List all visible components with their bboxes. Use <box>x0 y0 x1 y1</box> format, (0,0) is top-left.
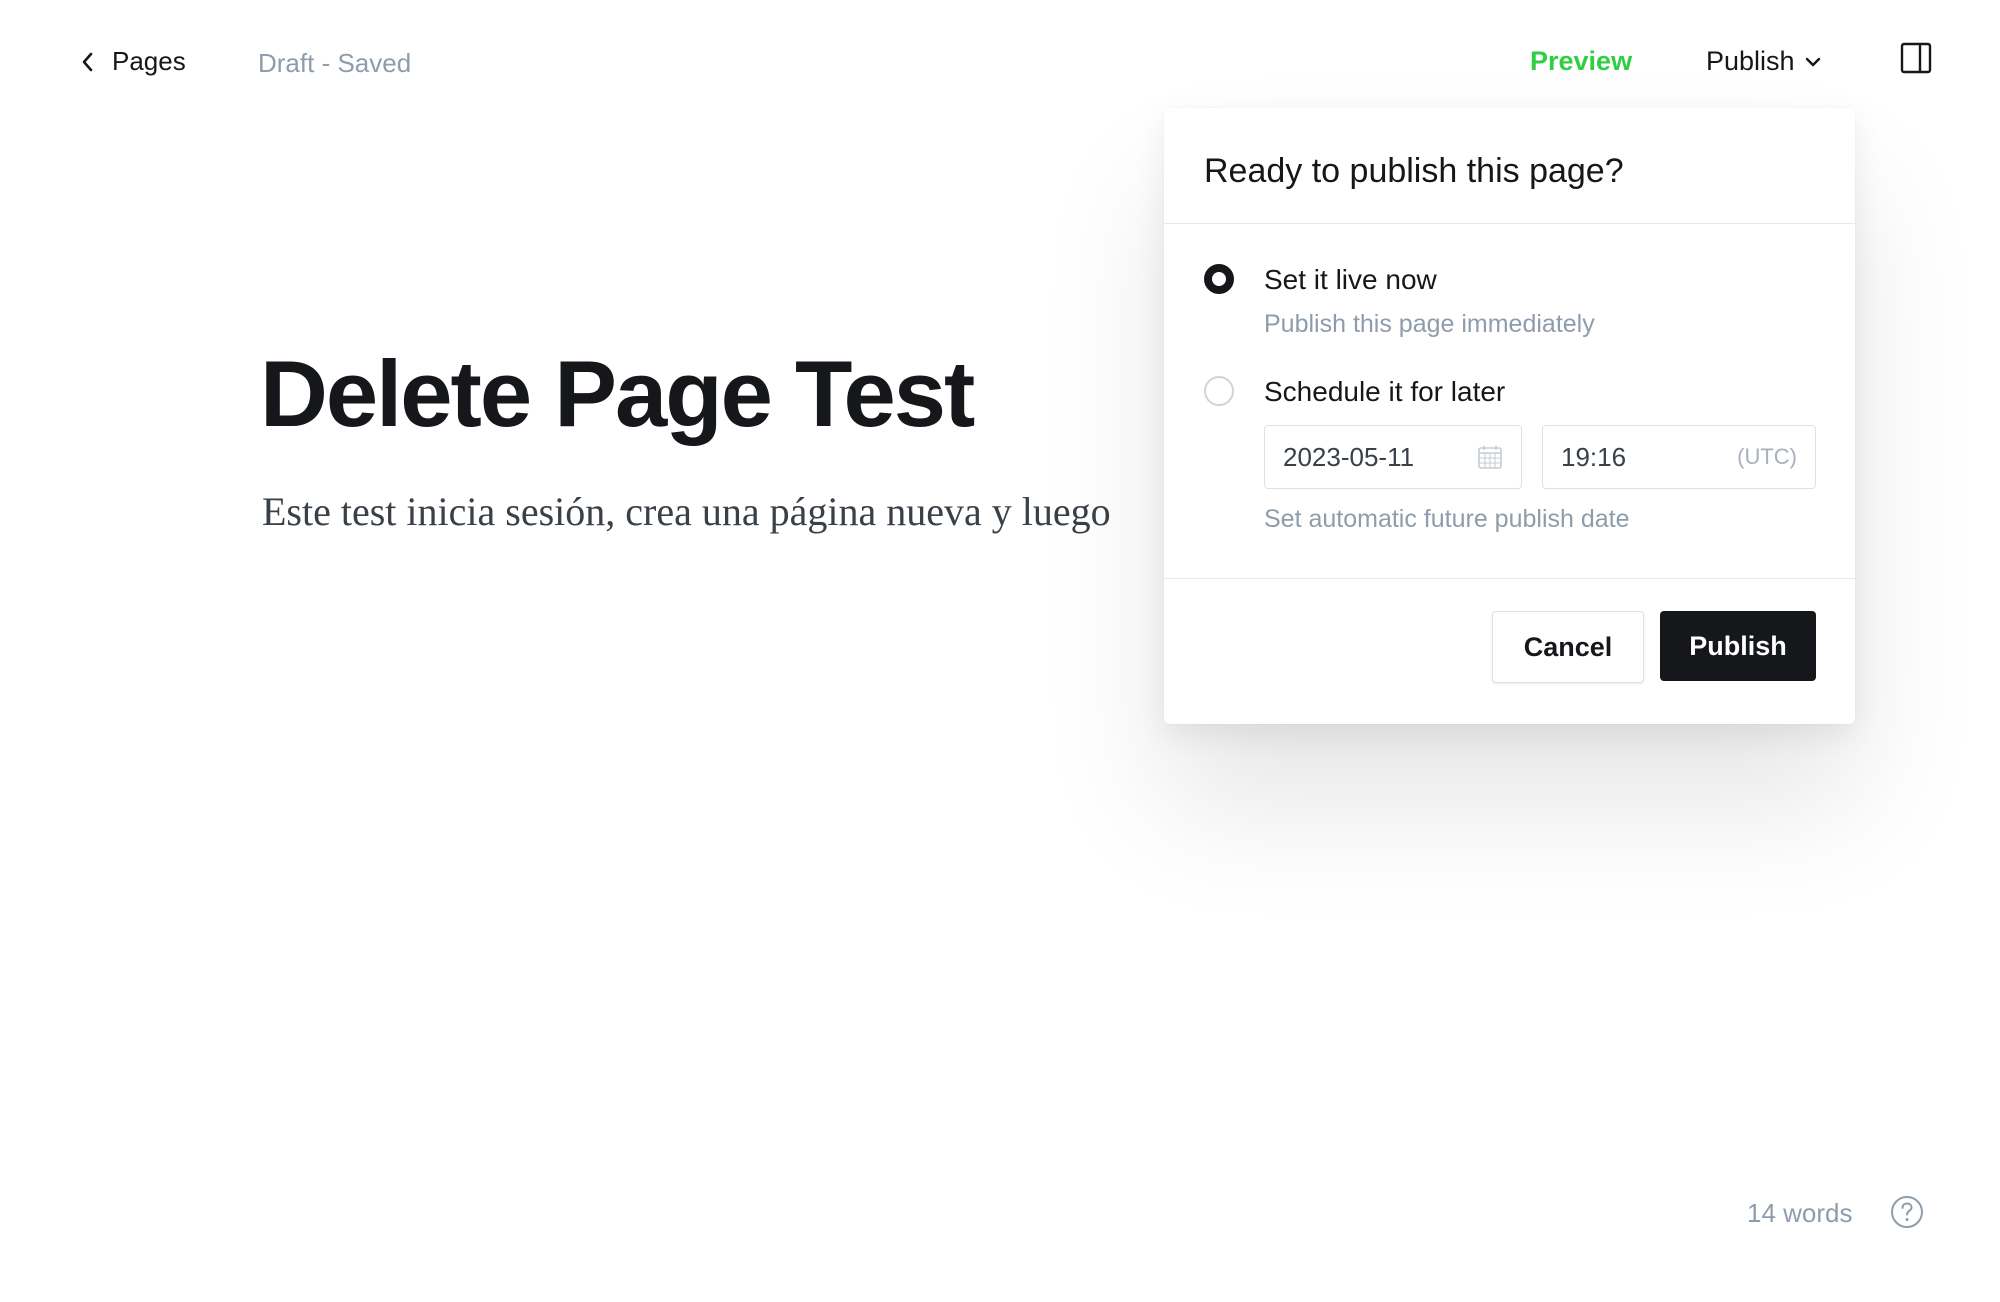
time-value: 19:16 <box>1561 441 1627 472</box>
radio-publish-now[interactable] <box>1204 264 1234 294</box>
option-label: Set it live now <box>1264 264 1437 295</box>
calendar-icon[interactable] <box>1477 444 1503 470</box>
chevron-down-icon <box>1805 57 1820 66</box>
popover-divider <box>1164 578 1855 579</box>
schedule-date-input[interactable]: 2023-05-11 <box>1264 425 1522 489</box>
save-status: Draft - Saved <box>258 48 412 78</box>
chevron-left-icon <box>82 52 93 71</box>
publish-popover: Ready to publish this page? Set it live … <box>1164 108 1855 724</box>
schedule-time-input[interactable]: 19:16 (UTC) <box>1542 425 1816 489</box>
radio-schedule-later[interactable] <box>1204 376 1234 406</box>
date-value: 2023-05-11 <box>1283 441 1415 472</box>
option-description: Publish this page immediately <box>1264 310 1595 338</box>
back-to-pages-link[interactable]: Pages <box>80 46 186 77</box>
help-icon[interactable] <box>1890 1195 1924 1229</box>
timezone-label: (UTC) <box>1737 444 1797 469</box>
popover-heading: Ready to publish this page? <box>1164 108 1855 224</box>
publish-menu-button[interactable]: Publish <box>1706 46 1821 77</box>
word-count: 14 words <box>1747 1198 1853 1228</box>
post-body[interactable]: Este test inicia sesión, crea una página… <box>262 488 1180 535</box>
schedule-hint: Set automatic future publish date <box>1264 505 1630 533</box>
option-schedule-later[interactable]: Schedule it for later <box>1204 376 1505 408</box>
confirm-publish-button[interactable]: Publish <box>1660 611 1816 681</box>
back-label: Pages <box>112 46 186 76</box>
option-publish-now[interactable]: Set it live now Publish this page immedi… <box>1204 264 1595 339</box>
preview-button[interactable]: Preview <box>1530 46 1632 77</box>
post-title[interactable]: Delete Page Test <box>260 340 975 448</box>
publish-menu-label: Publish <box>1706 46 1795 76</box>
cancel-button[interactable]: Cancel <box>1492 611 1644 683</box>
sidebar-toggle-icon[interactable] <box>1900 42 1932 74</box>
option-label: Schedule it for later <box>1264 376 1506 407</box>
page-editor: Pages Draft - Saved Preview Publish Dele… <box>0 0 2000 1302</box>
